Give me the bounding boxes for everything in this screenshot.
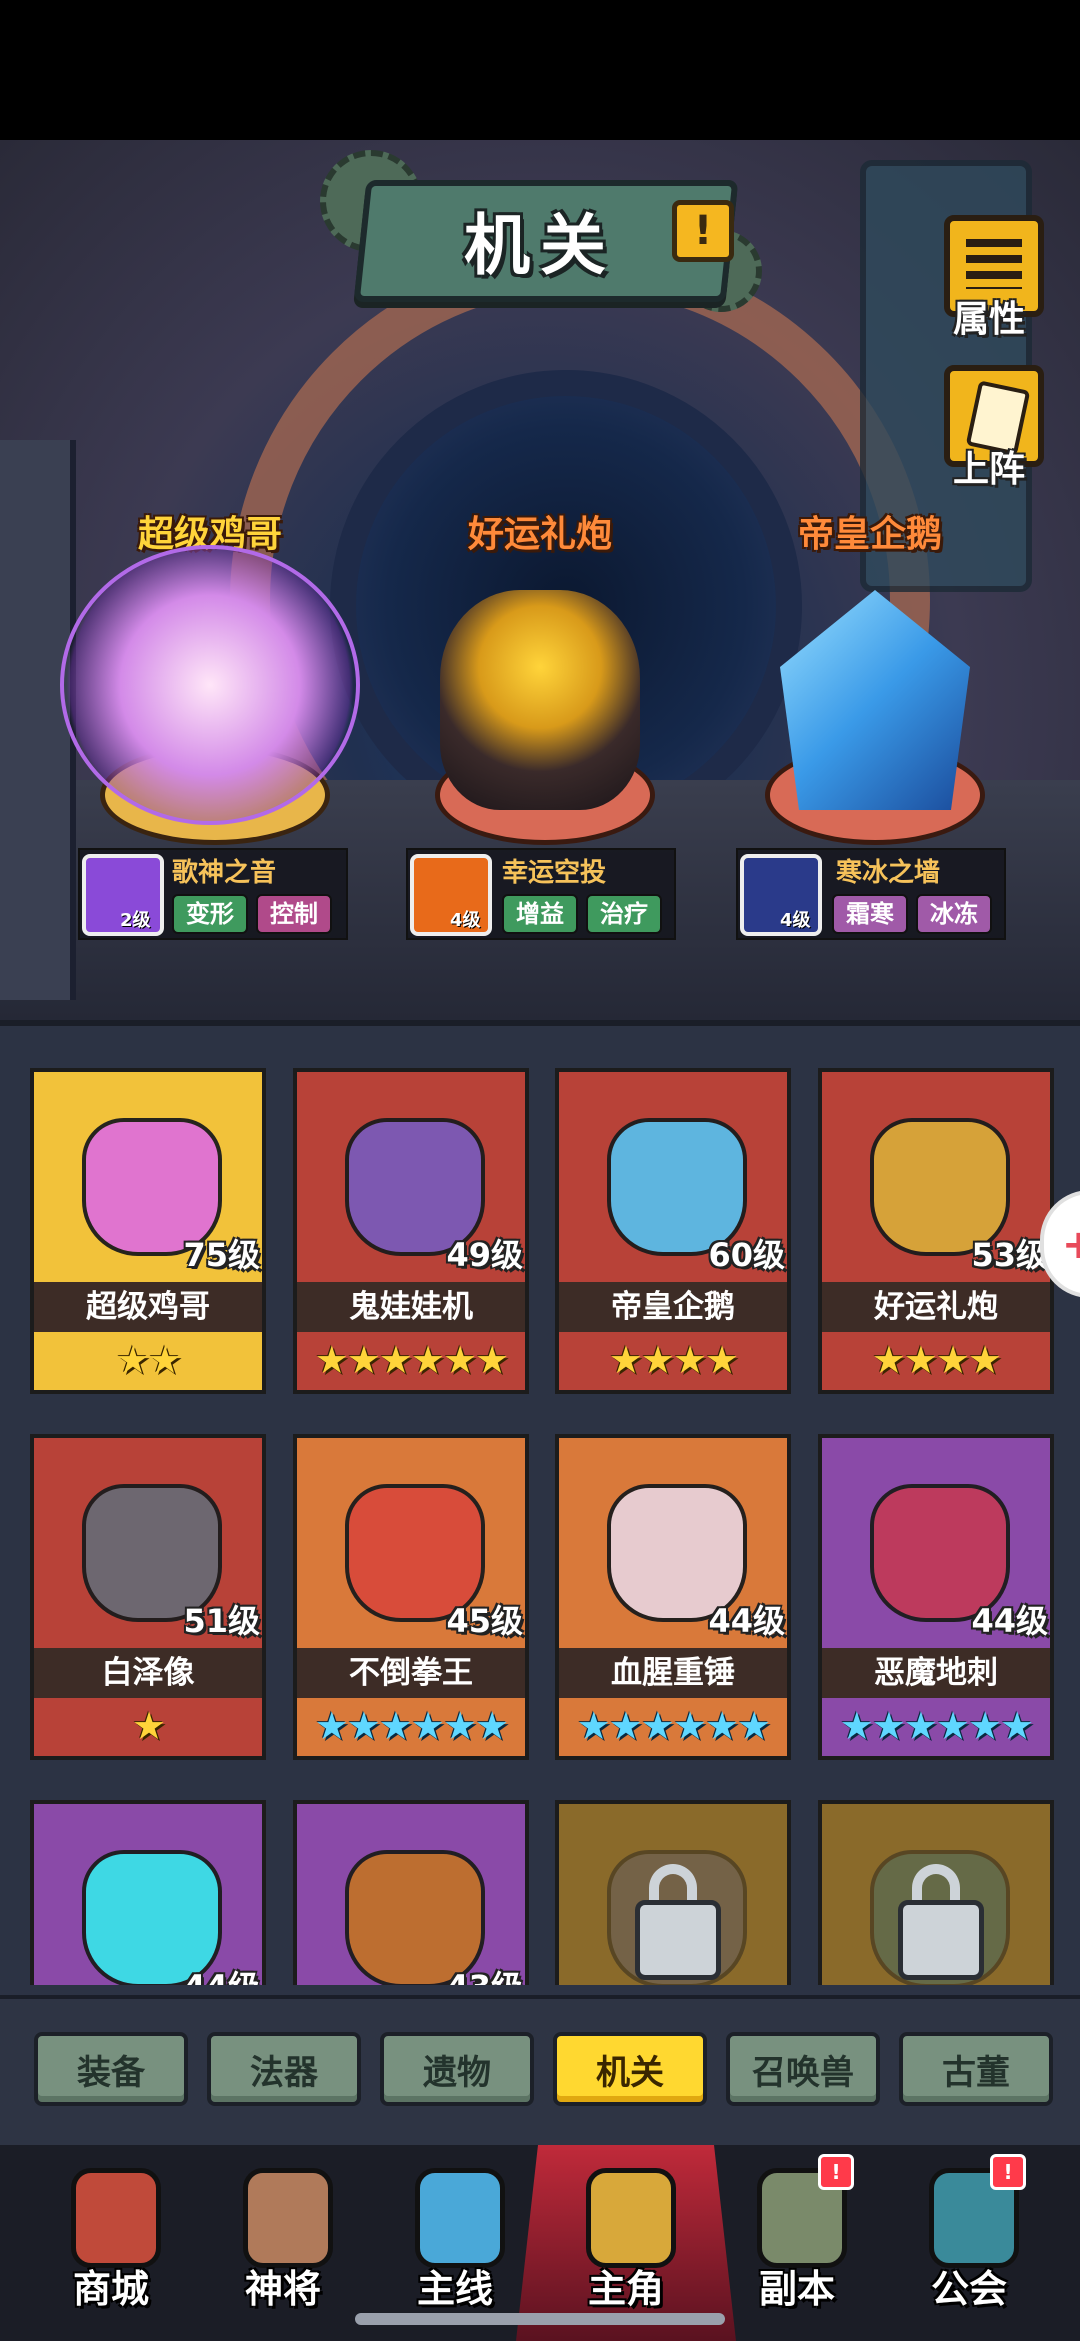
mechanism-card[interactable]: 44级恶魔地刺 ★★★★★★: [818, 1434, 1054, 1760]
skill-tag: 控制: [256, 894, 332, 934]
attributes-label: 属性: [952, 299, 1025, 340]
card-name: 不倒拳王: [293, 1648, 529, 1698]
mechanism-card[interactable]: 43级: [293, 1800, 529, 1985]
card-level: 60级: [708, 1236, 785, 1274]
nav-item-2[interactable]: 神将: [208, 2150, 358, 2340]
skill-name: 幸运空投: [502, 858, 607, 888]
mechanism-card[interactable]: [818, 1800, 1054, 1985]
card-name: 恶魔地刺: [818, 1648, 1054, 1698]
tab-summon[interactable]: 召唤兽: [726, 2032, 880, 2106]
skill-name: 寒冰之墙: [836, 858, 941, 888]
showcase-name-3: 帝皇企鹅: [797, 514, 942, 555]
skill-tag: 治疗: [586, 894, 662, 934]
star-rating: ★★★★: [555, 1332, 791, 1394]
nav-label: 主线: [416, 2267, 493, 2311]
hero-figure-super-chicken[interactable]: [60, 545, 360, 825]
card-level: 53级: [971, 1236, 1048, 1274]
card-name: 血腥重锤: [555, 1648, 791, 1698]
tab-artifact[interactable]: 法器: [207, 2032, 361, 2106]
card-level: 44级: [183, 1962, 260, 1985]
card-name: 超级鸡哥: [30, 1282, 266, 1332]
card-name: 帝皇企鹅: [555, 1282, 791, 1332]
deploy-label: 上阵: [952, 449, 1025, 490]
list-icon: [966, 239, 1022, 289]
card-name: 白泽像: [30, 1648, 266, 1698]
star-rating: ★★★★★★: [293, 1332, 529, 1394]
home-indicator: [355, 2313, 725, 2325]
mechanism-card[interactable]: 44级: [30, 1800, 266, 1985]
lock-icon: [898, 1900, 984, 1980]
skill-level: 4级: [450, 910, 481, 931]
card-level: 51级: [183, 1602, 260, 1640]
mechanism-card[interactable]: [555, 1800, 791, 1985]
skill-level: 4级: [780, 910, 811, 931]
notification-badge: !: [990, 2154, 1026, 2190]
star-rating: ★★★★★★: [555, 1698, 791, 1760]
star-rating: ★: [30, 1698, 266, 1760]
star-rating: ★★: [30, 1332, 266, 1394]
page-title: 机关: [464, 207, 616, 284]
nav-item-3[interactable]: 主线: [380, 2150, 530, 2340]
tab-relic[interactable]: 遗物: [380, 2032, 534, 2106]
mechanism-card[interactable]: 51级白泽像 ★: [30, 1434, 266, 1760]
notification-badge: !: [818, 2154, 854, 2190]
mechanism-card[interactable]: 75级超级鸡哥 ★★: [30, 1068, 266, 1394]
hero-icon: [586, 2168, 676, 2268]
skill-tag: 变形: [172, 894, 248, 934]
mechanism-card[interactable]: 53级好运礼炮 ★★★★: [818, 1068, 1054, 1394]
nav-label: 副本: [758, 2267, 835, 2311]
shop-icon: [71, 2168, 161, 2268]
skill-name: 歌神之音: [172, 858, 277, 888]
nav-label: 公会: [930, 2267, 1007, 2311]
mechanism-card[interactable]: 49级鬼娃娃机 ★★★★★★: [293, 1068, 529, 1394]
plus-icon: +: [1062, 1222, 1080, 1268]
card-level: 44级: [708, 1602, 785, 1640]
nav-item-4[interactable]: 主角: [551, 2150, 701, 2340]
nav-label: 主角: [587, 2267, 664, 2311]
skill-tag: 霜寒: [832, 894, 908, 934]
lock-icon: [635, 1900, 721, 1980]
nav-label: 商城: [72, 2267, 149, 2311]
crossed-swords-icon: [415, 2168, 505, 2268]
mechanism-card[interactable]: 44级血腥重锤 ★★★★★★: [555, 1434, 791, 1760]
nav-label: 神将: [244, 2267, 321, 2311]
nav-item-5[interactable]: ! 副本: [722, 2150, 872, 2340]
grid-viewport[interactable]: 75级 超级鸡哥 ★★ 49级 鬼娃娃机 ★★★★★★ 60级 帝皇企鹅 ★★★★ 53级 好运礼炮…: [0, 1040, 1080, 1985]
card-level: 44级: [971, 1602, 1048, 1640]
skill-tag: 增益: [502, 894, 578, 934]
card-level: 45级: [446, 1602, 523, 1640]
star-rating: ★★★★★★: [818, 1698, 1054, 1760]
skill-tag: 冰冻: [916, 894, 992, 934]
card-level: 43级: [446, 1962, 523, 1985]
card-name: 好运礼炮: [818, 1282, 1054, 1332]
tab-equipment[interactable]: 装备: [34, 2032, 188, 2106]
mechanism-card[interactable]: 60级帝皇企鹅 ★★★★: [555, 1068, 791, 1394]
nav-item-6[interactable]: ! 公会: [894, 2150, 1044, 2340]
general-icon: [243, 2168, 333, 2268]
card-level: 49级: [446, 1236, 523, 1274]
skill-level: 2级: [120, 910, 151, 931]
hero-figure-lucky-cannon[interactable]: [440, 590, 640, 810]
star-rating: ★★★★: [818, 1332, 1054, 1394]
showcase-name-2: 好运礼炮: [467, 514, 612, 555]
card-level: 75级: [183, 1236, 260, 1274]
status-bar-area: [0, 0, 1080, 140]
mechanism-card[interactable]: 45级不倒拳王 ★★★★★★: [293, 1434, 529, 1760]
tab-antique[interactable]: 古董: [899, 2032, 1053, 2106]
nav-item-1[interactable]: 商城: [36, 2150, 186, 2340]
tab-mechanism[interactable]: 机关: [553, 2032, 707, 2106]
star-rating: ★★★★★★: [293, 1698, 529, 1760]
card-name: 鬼娃娃机: [293, 1282, 529, 1332]
exclamation-icon[interactable]: !: [672, 200, 734, 262]
